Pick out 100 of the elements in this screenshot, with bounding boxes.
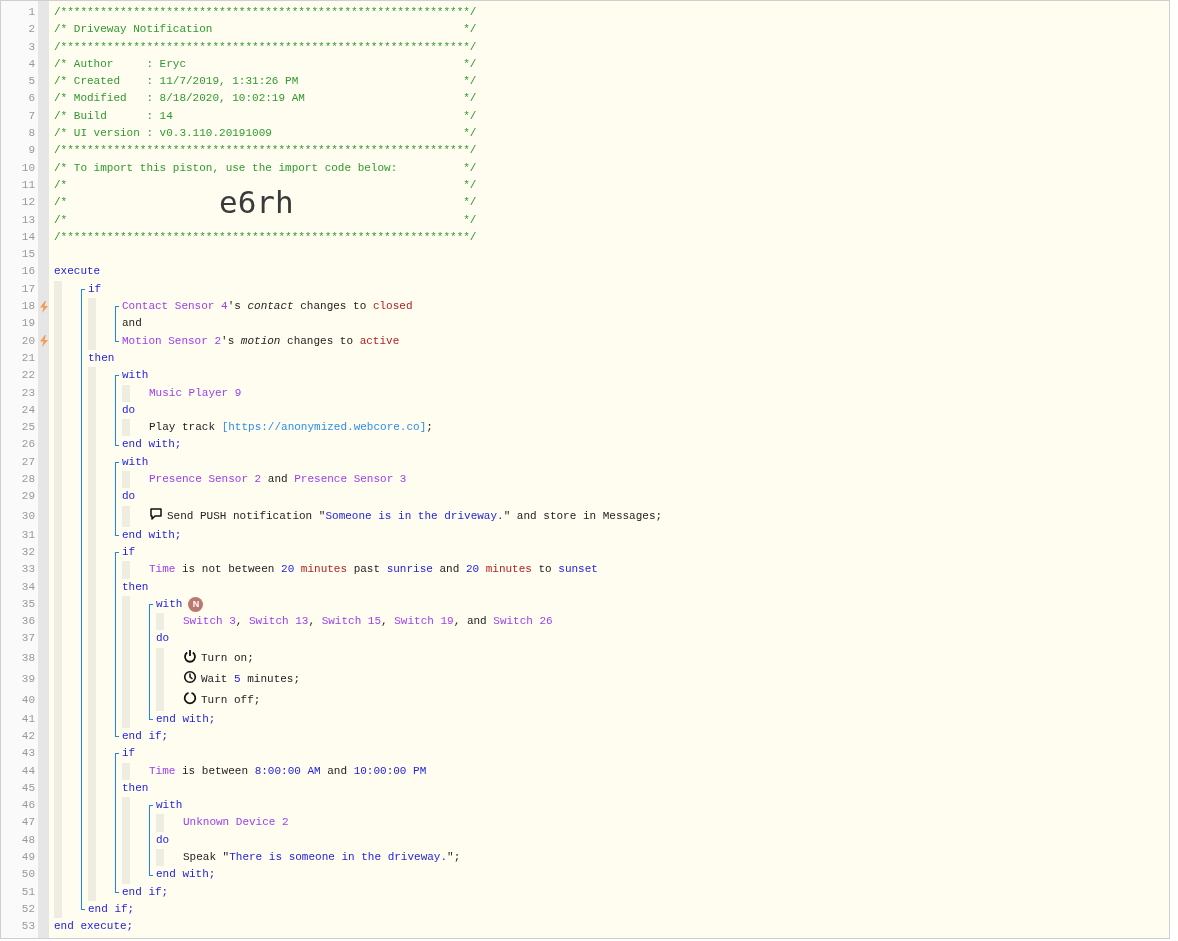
code-line: /* UI version : v0.3.110.20191009 */ <box>54 126 477 142</box>
code-line: /* Modified : 8/18/2020, 10:02:19 AM */ <box>54 91 477 107</box>
code-line: do <box>122 402 136 418</box>
code-line: do <box>156 832 170 848</box>
line-number: 48 <box>21 832 35 848</box>
line-number: 23 <box>21 385 35 401</box>
code-line: if <box>88 281 102 297</box>
badge: N <box>188 596 204 612</box>
code-line: Send PUSH notification "Someone is in the driveway." and store in Messages; <box>167 508 663 524</box>
line-number: 27 <box>21 454 35 470</box>
line-number: 6 <box>28 91 35 107</box>
line-number: 42 <box>21 729 35 744</box>
code-line: /* Driveway Notification */ <box>54 22 477 38</box>
line-number: 18 <box>21 299 35 315</box>
line-number: 38 <box>21 650 35 666</box>
line-number: 12 <box>21 195 35 211</box>
line-number: 3 <box>28 39 35 55</box>
line-number: 16 <box>21 264 35 280</box>
block-bracket <box>149 805 153 876</box>
code-line: Wait 5 minutes; <box>201 671 301 687</box>
block-bracket <box>115 306 119 342</box>
line-number: 10 <box>21 160 35 176</box>
power-icon <box>183 649 197 664</box>
line-number: 35 <box>21 596 35 612</box>
code-line: execute <box>54 264 101 280</box>
line-number: 45 <box>21 780 35 796</box>
line-number: 51 <box>21 884 35 900</box>
line-number: 47 <box>21 815 35 831</box>
code-line: Turn off; <box>201 692 261 708</box>
line-number: 37 <box>21 631 35 647</box>
line-number: 4 <box>28 56 35 72</box>
code-line: with <box>122 454 149 470</box>
code-line: do <box>156 631 170 647</box>
line-number: 2 <box>28 22 35 38</box>
code-line: /* Author : Eryc */ <box>54 56 477 72</box>
code-line: then <box>122 579 149 595</box>
code-line: Time is not between 20 minutes past sunrise and 20 minutes to sunset <box>149 562 598 578</box>
code-line: end with; <box>122 527 182 543</box>
line-number: 53 <box>21 919 35 935</box>
line-number: 52 <box>21 901 35 917</box>
line-number: 33 <box>21 562 35 578</box>
line-number: 11 <box>21 177 35 193</box>
line-number: 29 <box>21 489 35 505</box>
code-line: /* To import this piston, use the import code below: */ <box>54 160 477 176</box>
line-number: 13 <box>21 212 35 228</box>
code-line: Contact Sensor 4's contact changes to closed <box>122 299 413 315</box>
code-line: with <box>156 798 183 814</box>
line-number: 40 <box>21 692 35 708</box>
code-line: end execute; <box>54 919 134 935</box>
line-number: 9 <box>28 143 35 159</box>
line-number: 50 <box>21 867 35 883</box>
line-number: 44 <box>21 763 35 779</box>
code-line: Motion Sensor 2's motion changes to active <box>122 333 400 349</box>
line-number: 46 <box>21 798 35 814</box>
code-line: /* <box>54 196 68 209</box>
code-line: if <box>122 544 136 560</box>
line-number: 20 <box>21 333 35 349</box>
line-number: 31 <box>21 527 35 543</box>
code-line: Presence Sensor 2 and Presence Sensor 3 <box>149 472 407 487</box>
line-number: 36 <box>21 614 35 630</box>
line-number: 15 <box>21 247 35 263</box>
line-number: 32 <box>21 544 35 560</box>
code-line: Turn on; <box>201 650 254 666</box>
line-number: 22 <box>21 368 35 384</box>
line-number: 8 <box>28 126 35 142</box>
line-number: 24 <box>21 402 35 418</box>
code-line: Music Player 9 <box>149 385 242 401</box>
code-line: Unknown Device 2 <box>183 815 289 831</box>
line-number: 14 <box>21 229 35 245</box>
line-number: 19 <box>21 316 35 332</box>
line-number: 49 <box>21 850 35 866</box>
speech-bubble-icon <box>149 507 163 522</box>
line-number: 17 <box>21 281 35 297</box>
line-number: 30 <box>21 508 35 524</box>
code-line: then <box>122 780 149 796</box>
code-line: and <box>122 316 142 332</box>
code-line: */ <box>463 195 477 211</box>
code-line: Play track [https://anonymized.webcore.co]; <box>149 420 433 436</box>
line-number: 26 <box>21 437 35 453</box>
code-line: Time is between 8:00:00 AM and 10:00:00 PM <box>149 763 427 779</box>
code-line: Speak "There is someone in the driveway."; <box>183 850 461 866</box>
code-line: /* Created : 11/7/2019, 1:31:26 PM */ <box>54 74 477 90</box>
line-number: 41 <box>21 711 35 727</box>
code-line: end if; <box>122 884 169 900</box>
code-line: /**************************************************************/ <box>54 143 477 159</box>
block-bracket <box>115 375 119 446</box>
line-number: 5 <box>28 74 35 90</box>
line-number: 43 <box>21 746 35 762</box>
code-line: end if; <box>122 729 169 744</box>
line-number: 28 <box>21 472 35 487</box>
clock-icon <box>183 670 197 685</box>
code-line: /**************************************************************/ <box>54 229 477 245</box>
code-line: end with; <box>122 437 182 453</box>
code-line: /* Build : 14 */ <box>54 108 477 124</box>
code-line: with <box>122 368 149 384</box>
code-line: Switch 3, Switch 13, Switch 15, Switch 19, and Switch 26 <box>183 614 553 630</box>
code-line: if <box>122 746 136 762</box>
code-line: do <box>122 489 136 505</box>
code-line: end with; <box>156 711 216 727</box>
code-line: end with; <box>156 867 216 883</box>
